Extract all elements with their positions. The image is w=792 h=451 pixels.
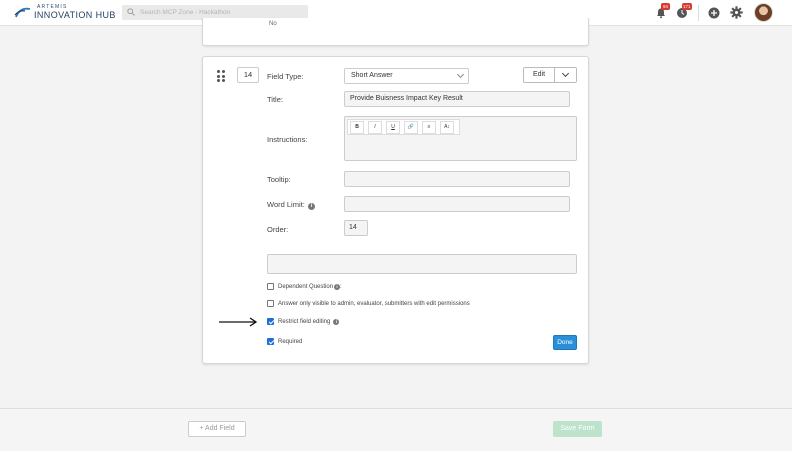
search-icon bbox=[127, 8, 135, 16]
dependent-question-colon: : bbox=[340, 284, 342, 290]
user-avatar[interactable] bbox=[754, 3, 773, 22]
restrict-editing-text: Restrict field editing bbox=[278, 319, 331, 325]
required-checkbox[interactable] bbox=[267, 338, 274, 345]
annotation-arrow-icon bbox=[219, 317, 258, 327]
italic-button[interactable]: I bbox=[368, 121, 382, 134]
title-input[interactable]: Provide Buisness Impact Key Result bbox=[344, 91, 570, 107]
edit-button[interactable]: Edit bbox=[523, 67, 555, 83]
drag-handle-icon[interactable] bbox=[217, 70, 226, 82]
field-type-value: Short Answer bbox=[351, 72, 393, 79]
chevron-down-icon bbox=[456, 70, 465, 79]
field-order-number: 14 bbox=[237, 67, 259, 83]
topbar-divider bbox=[698, 5, 699, 21]
order-input[interactable]: 14 bbox=[344, 220, 368, 236]
link-button[interactable]: 🔗 bbox=[404, 121, 418, 134]
edit-dropdown-toggle[interactable] bbox=[554, 67, 577, 83]
logo-swoosh-icon bbox=[14, 7, 31, 18]
dependent-question-text: Dependent Question bbox=[278, 284, 334, 290]
restrict-editing-checkbox[interactable] bbox=[267, 318, 274, 325]
dependent-question-box[interactable] bbox=[267, 254, 577, 274]
font-size-button[interactable]: A↕ bbox=[440, 121, 454, 134]
activity-badge: 171 bbox=[682, 3, 692, 10]
instructions-editor[interactable]: B I U 🔗 ≡ A↕ bbox=[344, 116, 577, 161]
dependent-question-checkbox[interactable] bbox=[267, 283, 274, 290]
activity-button[interactable]: 171 bbox=[676, 3, 692, 18]
word-limit-input[interactable] bbox=[344, 196, 570, 212]
previous-field-card: No bbox=[202, 18, 589, 46]
word-limit-label: Word Limit: i bbox=[267, 200, 315, 210]
instructions-label: Instructions: bbox=[267, 135, 308, 144]
editor-toolbar: B I U 🔗 ≡ A↕ bbox=[347, 119, 460, 135]
title-label: Title: bbox=[267, 95, 283, 104]
info-icon[interactable]: i bbox=[307, 203, 315, 210]
answer-visibility-label: Answer only visible to admin, evaluator,… bbox=[278, 301, 470, 307]
gear-icon bbox=[730, 6, 743, 19]
settings-button[interactable] bbox=[730, 6, 743, 19]
field-type-select[interactable]: Short Answer bbox=[344, 68, 469, 84]
align-button[interactable]: ≡ bbox=[422, 121, 436, 134]
dependent-question-label: Dependent Question i: bbox=[278, 283, 342, 291]
previous-card-text: No bbox=[269, 21, 277, 27]
info-icon[interactable]: i bbox=[333, 319, 340, 325]
chevron-down-icon bbox=[561, 69, 570, 78]
form-footer: + Add Field Save Form bbox=[0, 408, 792, 451]
tooltip-input[interactable] bbox=[344, 171, 570, 187]
field-type-label: Field Type: bbox=[267, 72, 304, 81]
notifications-button[interactable]: 94 bbox=[655, 3, 670, 19]
underline-button[interactable]: U bbox=[386, 121, 400, 134]
add-field-button[interactable]: + Add Field bbox=[188, 421, 246, 437]
word-limit-label-text: Word Limit: bbox=[267, 200, 305, 209]
plus-circle-icon bbox=[708, 7, 720, 19]
logo-title: INNOVATION HUB bbox=[34, 10, 116, 20]
done-button[interactable]: Done bbox=[553, 335, 577, 350]
app-logo[interactable]: ARTEMIS INNOVATION HUB bbox=[14, 2, 116, 24]
answer-visibility-checkbox[interactable] bbox=[267, 300, 274, 307]
save-form-button[interactable]: Save Form bbox=[553, 421, 602, 437]
tooltip-label: Tooltip: bbox=[267, 175, 291, 184]
bold-button[interactable]: B bbox=[350, 121, 364, 134]
required-label: Required bbox=[278, 339, 303, 345]
field-editor-card: 14 Field Type: Short Answer Edit Title: … bbox=[202, 56, 589, 364]
create-button[interactable] bbox=[708, 6, 720, 19]
notifications-badge: 94 bbox=[661, 3, 670, 10]
order-label: Order: bbox=[267, 225, 289, 234]
restrict-editing-label: Restrict field editing i bbox=[278, 318, 340, 326]
